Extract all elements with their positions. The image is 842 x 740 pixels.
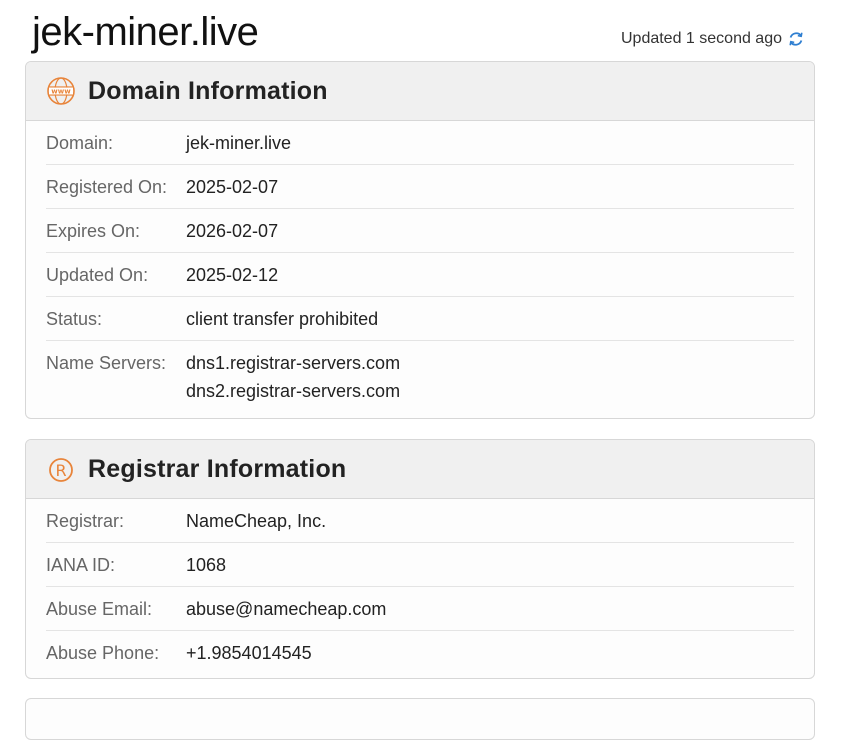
next-card-edge — [25, 698, 815, 740]
svg-text:www: www — [51, 87, 71, 95]
page-title: jek-miner.live — [32, 10, 259, 54]
name-servers-label: Name Servers: — [46, 353, 167, 373]
registrar-information-title: Registrar Information — [88, 454, 347, 483]
name-servers-row: Name Servers: dns1.registrar-servers.com… — [46, 341, 794, 413]
registrar-information-card: R Registrar Information Registrar: NameC… — [25, 439, 815, 679]
abuse-phone-value: +1.9854014545 — [186, 643, 312, 663]
domain-information-rows: Domain: jek-miner.live Registered On: 20… — [26, 121, 814, 413]
registered-on-value: 2025-02-07 — [186, 177, 279, 197]
iana-id-row: IANA ID: 1068 — [46, 543, 794, 587]
domain-information-title: Domain Information — [88, 76, 328, 105]
abuse-phone-label: Abuse Phone: — [46, 643, 160, 663]
domain-information-header: www Domain Information — [26, 62, 814, 121]
abuse-email-value: abuse@namecheap.com — [186, 599, 387, 619]
registrar-value: NameCheap, Inc. — [186, 511, 327, 531]
abuse-email-label: Abuse Email: — [46, 599, 153, 619]
iana-id-value: 1068 — [186, 555, 227, 575]
updated-text: Updated 1 second ago — [620, 30, 782, 47]
updated-status: Updated 1 second ago — [621, 28, 804, 50]
updated-on-row: Updated On: 2025-02-12 — [46, 253, 794, 297]
expires-on-row: Expires On: 2026-02-07 — [46, 209, 794, 253]
registrar-information-header: R Registrar Information — [26, 440, 814, 499]
name-server-2: dns2.registrar-servers.com — [186, 381, 401, 401]
refresh-icon[interactable] — [788, 31, 804, 47]
name-servers-value: dns1.registrar-servers.com dns2.registra… — [186, 352, 400, 405]
updated-on-label: Updated On: — [46, 265, 149, 285]
expires-on-label: Expires On: — [46, 221, 141, 241]
status-row: Status: client transfer prohibited — [46, 297, 794, 341]
svg-text:R: R — [55, 461, 66, 480]
domain-information-card: www Domain Information Domain: jek-miner… — [25, 61, 815, 419]
abuse-email-row: Abuse Email: abuse@namecheap.com — [46, 587, 794, 631]
domain-row: Domain: jek-miner.live — [46, 121, 794, 165]
iana-id-label: IANA ID: — [46, 555, 116, 575]
registrar-label: Registrar: — [46, 511, 125, 531]
www-globe-icon: www — [46, 76, 76, 106]
status-value: client transfer prohibited — [186, 309, 379, 329]
registered-on-row: Registered On: 2025-02-07 — [46, 165, 794, 209]
registrar-row: Registrar: NameCheap, Inc. — [46, 499, 794, 543]
page-header: jek-miner.live Updated 1 second ago — [0, 0, 842, 60]
registered-on-label: Registered On: — [46, 177, 168, 197]
name-server-1: dns1.registrar-servers.com — [186, 353, 401, 373]
domain-label: Domain: — [46, 133, 114, 153]
domain-value: jek-miner.live — [186, 133, 292, 153]
registered-icon: R — [46, 454, 76, 484]
registrar-information-rows: Registrar: NameCheap, Inc. IANA ID: 1068… — [26, 499, 814, 675]
status-label: Status: — [46, 309, 103, 329]
abuse-phone-row: Abuse Phone: +1.9854014545 — [46, 631, 794, 675]
expires-on-value: 2026-02-07 — [186, 221, 279, 241]
updated-on-value: 2025-02-12 — [186, 265, 279, 285]
